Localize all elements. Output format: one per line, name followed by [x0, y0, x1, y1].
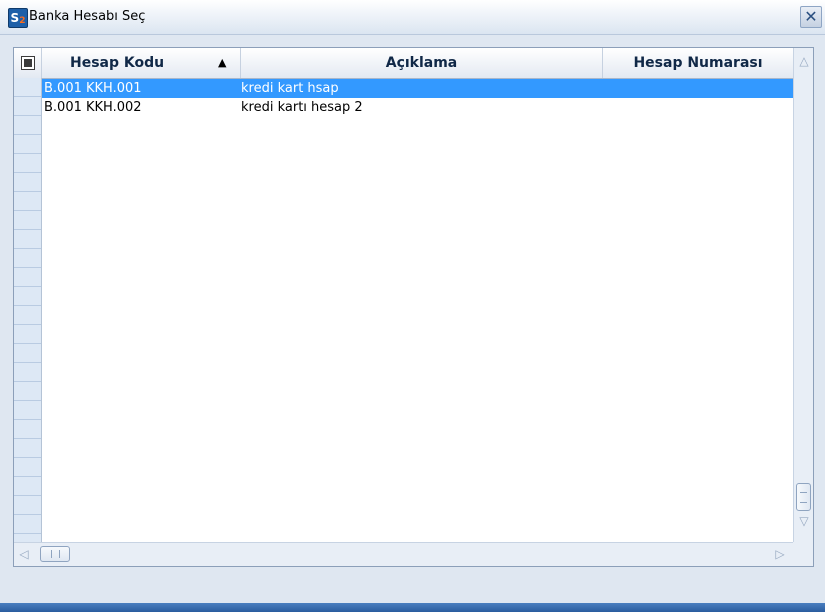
- column-header-hesap-numarasi[interactable]: Hesap Numarası: [603, 48, 793, 78]
- app-logo-letter: S: [10, 11, 20, 25]
- window-title: Banka Hesabı Seç: [29, 9, 146, 24]
- column-header-hesap-kodu[interactable]: Hesap Kodu ▲: [42, 48, 241, 78]
- close-button[interactable]: ✕: [800, 6, 822, 28]
- cell-hesap-numarasi: [603, 98, 791, 117]
- column-label: Hesap Numarası: [633, 55, 763, 71]
- grid-header: Hesap Kodu ▲ Açıklama Hesap Numarası: [14, 48, 793, 79]
- scroll-down-icon[interactable]: ▽: [794, 514, 813, 528]
- row-indicator-column: [14, 78, 42, 542]
- cell-hesap-kodu: B.001 KKH.002: [44, 100, 142, 115]
- scrollbar-corner: [793, 542, 813, 566]
- scroll-up-icon[interactable]: △: [794, 54, 813, 68]
- sort-ascending-icon: ▲: [218, 56, 227, 69]
- horizontal-scrollbar[interactable]: ◁ ▷: [14, 542, 793, 566]
- app-logo-icon: S2: [8, 8, 28, 28]
- cell-aciklama: kredi kartı hesap 2: [241, 100, 363, 115]
- scroll-right-icon[interactable]: ▷: [772, 547, 788, 561]
- horizontal-scroll-thumb[interactable]: [40, 546, 70, 562]
- table-row[interactable]: B.001 KKH.001 kredi kart hsap: [42, 79, 793, 98]
- vertical-scroll-thumb[interactable]: [796, 483, 811, 511]
- column-label: Hesap Kodu: [70, 55, 165, 71]
- table-row[interactable]: B.001 KKH.002 kredi kartı hesap 2: [42, 98, 793, 117]
- select-all-cell[interactable]: [14, 48, 42, 78]
- scroll-left-icon[interactable]: ◁: [16, 547, 32, 561]
- column-header-aciklama[interactable]: Açıklama: [241, 48, 603, 78]
- title-bar: S2 Banka Hesabı Seç ✕: [0, 0, 825, 35]
- cell-hesap-numarasi: [603, 79, 791, 98]
- column-label: Açıklama: [385, 55, 458, 71]
- app-logo-sub: 2: [19, 16, 26, 26]
- close-icon: ✕: [804, 7, 818, 26]
- cell-hesap-kodu: B.001 KKH.001: [44, 81, 142, 96]
- cell-aciklama: kredi kart hsap: [241, 81, 339, 96]
- account-grid: Hesap Kodu ▲ Açıklama Hesap Numarası B.0…: [13, 47, 814, 567]
- select-all-checkbox[interactable]: [21, 56, 35, 70]
- vertical-scrollbar[interactable]: △ ▽: [793, 48, 813, 542]
- window-bottom-border: [0, 603, 825, 612]
